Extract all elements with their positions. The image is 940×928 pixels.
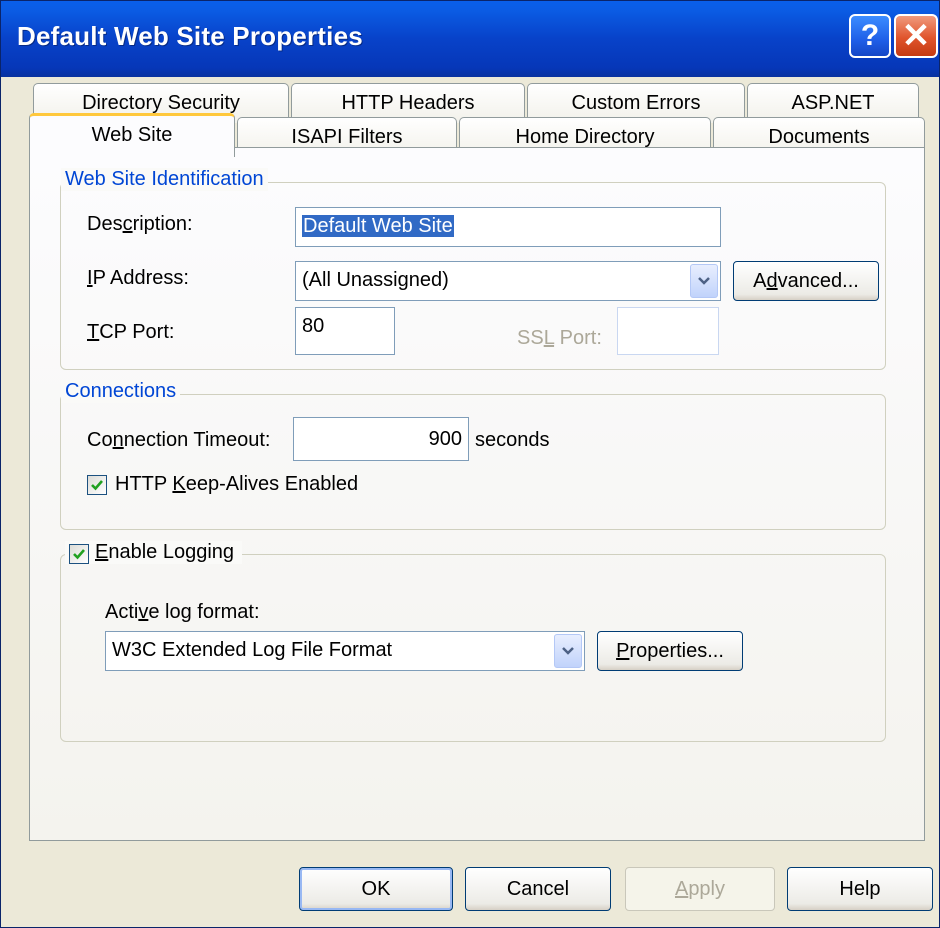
apply-button[interactable]: Apply: [625, 867, 775, 911]
help-title-button[interactable]: ?: [849, 14, 891, 58]
title-bar[interactable]: Default Web Site Properties ? ✕: [1, 1, 939, 77]
enable-logging-label[interactable]: Enable Logging: [95, 541, 234, 563]
checkmark-icon: [91, 480, 103, 491]
close-title-button[interactable]: ✕: [894, 14, 938, 58]
help-button[interactable]: Help: [787, 867, 933, 911]
ip-address-value: (All Unassigned): [302, 269, 449, 291]
connections-legend: Connections: [61, 380, 181, 403]
log-format-dropdown-arrow[interactable]: [554, 634, 582, 668]
tab-web-site[interactable]: Web Site: [29, 113, 235, 157]
enable-logging-legend: Enable Logging: [65, 541, 243, 564]
ip-address-select[interactable]: (All Unassigned): [295, 261, 721, 301]
advanced-button[interactable]: Advanced...: [733, 261, 879, 301]
log-format-value: W3C Extended Log File Format: [112, 639, 393, 661]
close-icon: ✕: [901, 17, 931, 55]
dialog-window: Default Web Site Properties ? ✕ Director…: [0, 0, 940, 928]
timeout-unit-label: seconds: [475, 429, 550, 451]
cancel-button[interactable]: Cancel: [465, 867, 611, 911]
log-format-select[interactable]: W3C Extended Log File Format: [105, 631, 585, 671]
window-title: Default Web Site Properties: [17, 21, 363, 51]
ip-address-label: IP Address:: [87, 267, 189, 289]
checkmark-icon: [73, 549, 85, 560]
tcp-port-input[interactable]: 80: [295, 307, 395, 355]
logging-group: Enable Logging Active log format: W3C Ex…: [60, 541, 886, 742]
keep-alives-checkbox[interactable]: [87, 475, 107, 495]
tcp-port-label: TCP Port:: [87, 321, 175, 343]
description-value: Default Web Site: [302, 215, 454, 237]
ssl-port-label: SSL Port:: [517, 327, 602, 349]
chevron-down-icon: [698, 277, 710, 285]
description-input[interactable]: Default Web Site: [295, 207, 721, 247]
connection-timeout-label: Connection Timeout:: [87, 429, 271, 451]
web-site-identification-legend: Web Site Identification: [61, 168, 268, 191]
active-log-format-label: Active log format:: [105, 601, 260, 623]
connections-group: Connections Connection Timeout: 900 seco…: [60, 380, 886, 530]
ip-address-dropdown-arrow[interactable]: [690, 264, 718, 298]
tab-panel-web-site: Web Site Identification Description: Def…: [29, 147, 925, 841]
connection-timeout-input[interactable]: 900: [293, 417, 469, 461]
help-icon: ?: [860, 19, 880, 52]
ok-button[interactable]: OK: [299, 867, 453, 911]
keep-alives-label[interactable]: HTTP Keep-Alives Enabled: [115, 473, 358, 496]
description-label: Description:: [87, 213, 193, 235]
web-site-identification-group: Web Site Identification Description: Def…: [60, 168, 886, 370]
enable-logging-checkbox[interactable]: [69, 544, 89, 564]
log-properties-button[interactable]: Properties...: [597, 631, 743, 671]
chevron-down-icon: [562, 647, 574, 655]
ssl-port-input: [617, 307, 719, 355]
